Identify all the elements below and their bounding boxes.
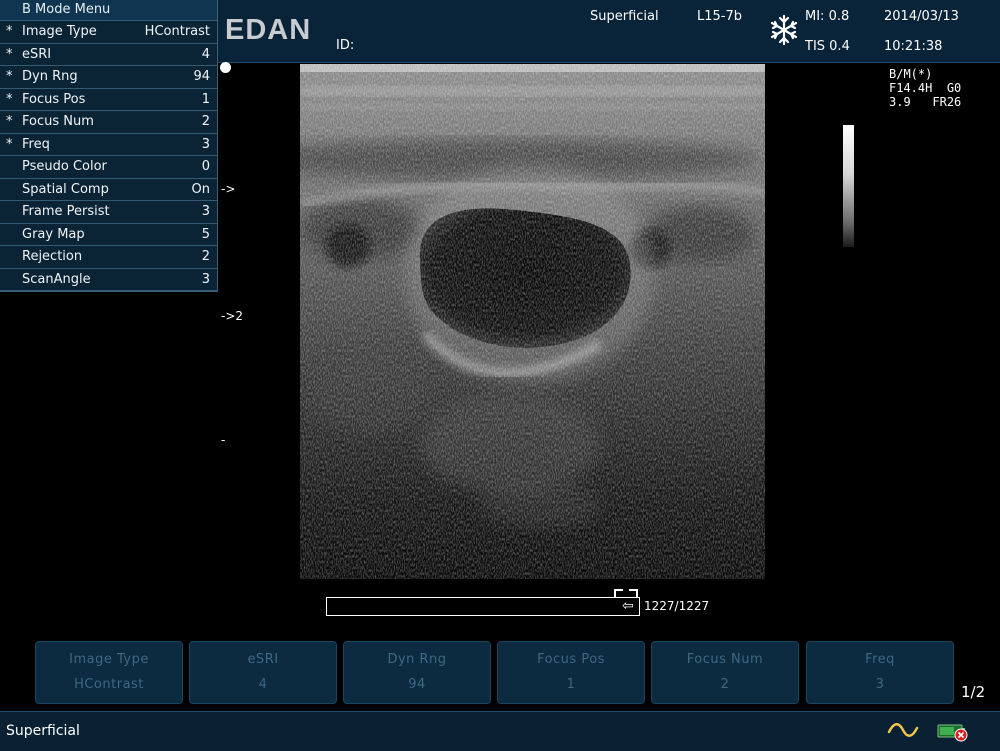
focus-marker-1: -> bbox=[221, 182, 236, 196]
depth-tick: - bbox=[221, 433, 226, 447]
modified-mark: * bbox=[6, 69, 13, 84]
softkey-value: 94 bbox=[408, 677, 426, 692]
menu-item-value: 94 bbox=[193, 69, 210, 84]
softkey-focus-num[interactable]: Focus Num 2 bbox=[651, 641, 799, 704]
modified-mark: * bbox=[6, 24, 13, 39]
menu-item-label: Frame Persist bbox=[22, 204, 110, 219]
menu-item-value: On bbox=[191, 181, 210, 197]
menu-title: B Mode Menu bbox=[0, 0, 217, 21]
menu-item-value: 3 bbox=[201, 204, 210, 219]
menu-item-value: 3 bbox=[201, 271, 210, 287]
softkey-dyn-rng[interactable]: Dyn Rng 94 bbox=[343, 641, 491, 704]
brand-logo: EDAN bbox=[225, 14, 312, 46]
menu-item-gray-map[interactable]: Gray Map 5 bbox=[0, 224, 217, 246]
focus-marker-2: ->2 bbox=[221, 309, 244, 323]
imaging-params: B/M(*) F14.4H G0 3.9 FR26 bbox=[889, 67, 961, 109]
menu-item-focus-pos[interactable]: * Focus Pos 1 bbox=[0, 89, 217, 111]
menu-item-label: Focus Num bbox=[22, 114, 94, 129]
modified-mark: * bbox=[6, 46, 13, 62]
menu-item-dyn-rng[interactable]: * Dyn Rng 94 bbox=[0, 66, 217, 89]
menu-item-value: 5 bbox=[201, 226, 210, 242]
menu-item-frame-persist[interactable]: Frame Persist 3 bbox=[0, 201, 217, 224]
softkey-label: Freq bbox=[865, 652, 895, 667]
softkey-page-indicator[interactable]: 1/2 bbox=[961, 683, 985, 701]
menu-item-focus-num[interactable]: * Focus Num 2 bbox=[0, 111, 217, 134]
menu-item-value: 0 bbox=[201, 159, 210, 174]
softkey-esri[interactable]: eSRI 4 bbox=[189, 641, 337, 704]
orientation-dot bbox=[220, 62, 231, 73]
cine-progress-bar[interactable] bbox=[326, 597, 640, 616]
menu-item-label: Image Type bbox=[22, 24, 97, 39]
modified-mark: * bbox=[6, 114, 13, 129]
menu-item-esri[interactable]: * eSRI 4 bbox=[0, 44, 217, 66]
snowflake-icon bbox=[770, 14, 798, 46]
menu-item-label: eSRI bbox=[22, 46, 52, 62]
modified-mark: * bbox=[6, 91, 13, 107]
exam-preset: Superficial bbox=[590, 9, 659, 24]
exam-date: 2014/03/13 bbox=[884, 9, 959, 24]
param-depth: 3.9 bbox=[889, 95, 911, 109]
menu-item-rejection[interactable]: Rejection 2 bbox=[0, 246, 217, 269]
softkey-label: Image Type bbox=[69, 652, 149, 667]
probe-name: L15-7b bbox=[697, 9, 742, 24]
softkey-label: eSRI bbox=[247, 652, 279, 667]
gray-scale-bar bbox=[843, 125, 854, 247]
menu-item-freq[interactable]: * Freq 3 bbox=[0, 134, 217, 156]
param-frame-rate: FR26 bbox=[932, 95, 962, 109]
tis-index: TIS 0.4 bbox=[805, 39, 850, 54]
menu-item-value: 2 bbox=[201, 249, 210, 264]
status-preset: Superficial bbox=[6, 723, 80, 739]
menu-item-pseudo-color[interactable]: Pseudo Color 0 bbox=[0, 156, 217, 179]
modified-mark: * bbox=[6, 136, 13, 152]
menu-item-label: Dyn Rng bbox=[22, 69, 78, 84]
softkey-value: 3 bbox=[875, 677, 885, 692]
menu-item-label: ScanAngle bbox=[22, 271, 91, 287]
status-bar: Superficial bbox=[0, 711, 1000, 751]
param-mode: B/M(*) bbox=[889, 67, 933, 81]
softkey-image-type[interactable]: Image Type HContrast bbox=[35, 641, 183, 704]
softkey-freq[interactable]: Freq 3 bbox=[806, 641, 954, 704]
b-mode-menu: B Mode Menu * Image Type HContrast * eSR… bbox=[0, 0, 218, 292]
menu-item-label: Gray Map bbox=[22, 226, 85, 242]
ac-power-icon bbox=[887, 723, 919, 737]
softkey-value: HContrast bbox=[74, 677, 144, 692]
softkey-value: 2 bbox=[720, 677, 730, 692]
softkey-label: Focus Num bbox=[686, 652, 764, 667]
menu-item-label: Rejection bbox=[22, 249, 83, 264]
exam-time: 10:21:38 bbox=[884, 39, 943, 54]
menu-item-value: 1 bbox=[201, 91, 210, 107]
param-frequency: F14.4H bbox=[889, 81, 933, 95]
softkey-label: Focus Pos bbox=[537, 652, 605, 667]
menu-item-spatial-comp[interactable]: Spatial Comp On bbox=[0, 179, 217, 201]
menu-item-label: Pseudo Color bbox=[22, 159, 107, 174]
cine-position-marker[interactable] bbox=[614, 588, 638, 597]
menu-item-label: Spatial Comp bbox=[22, 181, 109, 197]
softkey-value: 1 bbox=[566, 677, 576, 692]
mi-index: MI: 0.8 bbox=[805, 9, 850, 24]
menu-item-value: 4 bbox=[201, 46, 210, 62]
battery-error-icon bbox=[937, 724, 968, 742]
menu-item-label: Focus Pos bbox=[22, 91, 86, 107]
menu-item-value: HContrast bbox=[144, 24, 210, 39]
param-gain: G0 bbox=[946, 81, 962, 95]
softkey-focus-pos[interactable]: Focus Pos 1 bbox=[497, 641, 645, 704]
softkey-label: Dyn Rng bbox=[387, 652, 447, 667]
ultrasound-image[interactable] bbox=[300, 64, 765, 579]
menu-item-value: 2 bbox=[201, 114, 210, 129]
cine-frame-counter: 1227/1227 bbox=[644, 599, 710, 613]
softkey-value: 4 bbox=[258, 677, 268, 692]
menu-item-label: Freq bbox=[22, 136, 50, 152]
menu-item-image-type[interactable]: * Image Type HContrast bbox=[0, 21, 217, 44]
cine-arrow-icon: ⇦ bbox=[622, 598, 634, 614]
patient-id-label: ID: bbox=[336, 38, 355, 53]
menu-item-scan-angle[interactable]: ScanAngle 3 bbox=[0, 269, 217, 291]
menu-item-value: 3 bbox=[201, 136, 210, 152]
